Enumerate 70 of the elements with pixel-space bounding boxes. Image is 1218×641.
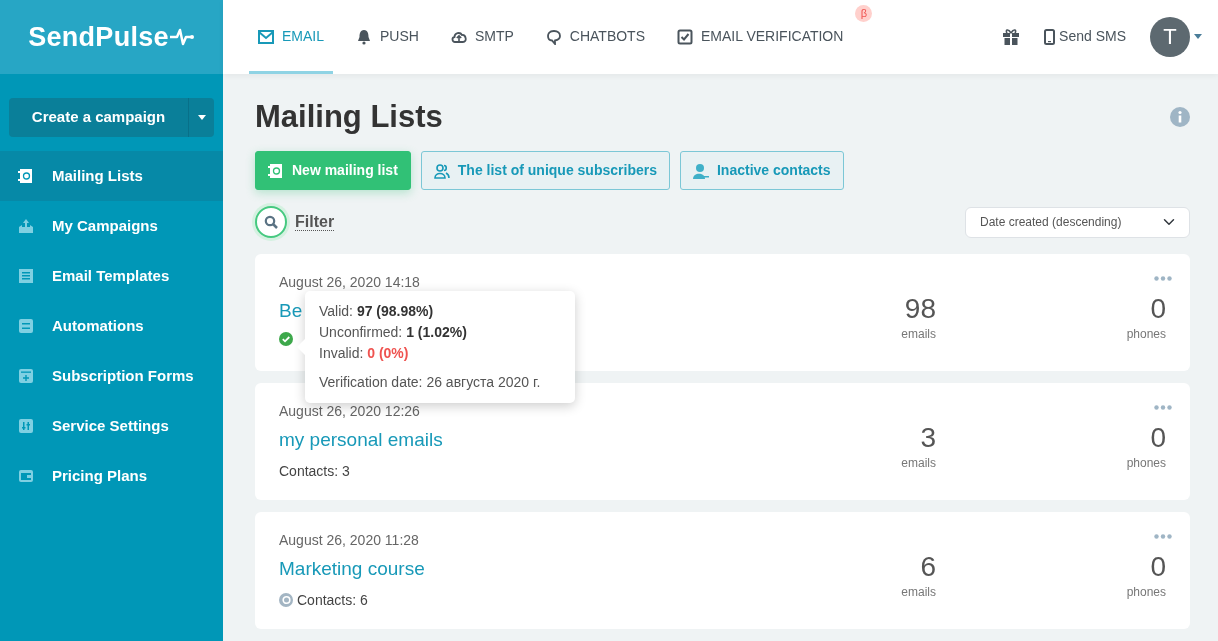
sidebar-item[interactable]: Mailing Lists (0, 151, 223, 201)
search-icon (264, 215, 278, 229)
action-button[interactable]: Inactive contacts (679, 151, 844, 190)
more-icon[interactable] (1154, 276, 1172, 281)
address-book-icon (268, 162, 284, 179)
flow-icon (18, 318, 34, 334)
caret-icon[interactable] (1194, 34, 1202, 40)
phone-count: 0 (1149, 552, 1166, 583)
form-icon (18, 368, 34, 384)
list-name-link[interactable]: my personal emails (279, 426, 443, 455)
page-title: Mailing Lists (255, 97, 443, 135)
stat-label: phones (1125, 454, 1166, 472)
list-date: August 26, 2020 12:26 (279, 402, 421, 421)
user-avatar[interactable]: T (1150, 16, 1190, 57)
users-icon (433, 162, 450, 179)
list-date: August 26, 2020 14:18 (279, 273, 421, 292)
stat-label: emails (900, 454, 936, 472)
phone-count: 0 (1149, 294, 1166, 325)
upload-tray-icon (18, 218, 34, 234)
action-button[interactable]: The list of unique subscribers (420, 151, 670, 190)
more-icon[interactable] (1154, 534, 1172, 539)
info-icon[interactable] (1170, 107, 1190, 128)
sidebar-item[interactable]: Email Templates (0, 251, 223, 301)
stat-label: phones (1125, 325, 1166, 343)
address-book-icon (18, 168, 34, 184)
email-count: 98 (903, 294, 936, 325)
check-circle-icon (279, 331, 293, 346)
sidebar-item[interactable]: Service Settings (0, 401, 223, 451)
email-count: 6 (919, 552, 936, 583)
gift-icon[interactable] (1002, 27, 1021, 46)
contacts-count: Contacts: 3 (279, 461, 350, 481)
nav-tab[interactable]: CHATBOTS (536, 0, 654, 74)
sidebar-item[interactable]: Pricing Plans (0, 451, 223, 501)
tooltip-line: Valid: 97 (98.98%) (319, 302, 435, 321)
nav-tab[interactable]: EMAIL (249, 0, 333, 74)
list-date: August 26, 2020 11:28 (279, 531, 420, 550)
email-count: 3 (919, 423, 936, 454)
user-icon (692, 162, 709, 179)
speech-bubble-icon (545, 28, 562, 45)
list-name-link[interactable]: Be (279, 297, 303, 326)
sidebar-item[interactable]: My Campaigns (0, 201, 223, 251)
phone-icon (1044, 28, 1056, 45)
phone-count: 0 (1149, 423, 1166, 454)
stat-label: emails (900, 325, 936, 343)
nav-tab[interactable]: PUSH (347, 0, 428, 74)
contacts-count: Contacts: 6 (297, 590, 368, 610)
send-sms-link[interactable]: Send SMS (1044, 26, 1126, 48)
verification-date: Verification date: 26 августа 2020 г. (319, 373, 542, 392)
stat-label: phones (1125, 583, 1166, 601)
checkbox-icon (677, 28, 693, 45)
action-button[interactable]: New mailing list (255, 151, 411, 190)
pulse-icon (168, 27, 195, 47)
search-button[interactable] (255, 206, 287, 238)
beta-badge: β (855, 5, 873, 22)
bell-icon (356, 28, 372, 45)
sliders-icon (18, 418, 34, 434)
envelope-icon (258, 28, 274, 45)
stat-label: emails (900, 583, 936, 601)
tooltip-line: Invalid: 0 (0%) (319, 344, 410, 363)
wallet-icon (18, 468, 34, 484)
sort-dropdown[interactable]: Date created (descending) (965, 206, 1190, 238)
caret-icon (197, 115, 206, 120)
tooltip-line: Unconfirmed: 1 (1.02%) (319, 323, 468, 342)
list-name-link[interactable]: Marketing course (279, 555, 425, 584)
more-icon[interactable] (1154, 405, 1172, 410)
document-icon (18, 268, 34, 284)
nav-tab[interactable]: SMTP (441, 0, 523, 74)
sidebar-item[interactable]: Subscription Forms (0, 351, 223, 401)
sidebar-item[interactable]: Automations (0, 301, 223, 351)
filter-link[interactable]: Filter (295, 212, 335, 232)
